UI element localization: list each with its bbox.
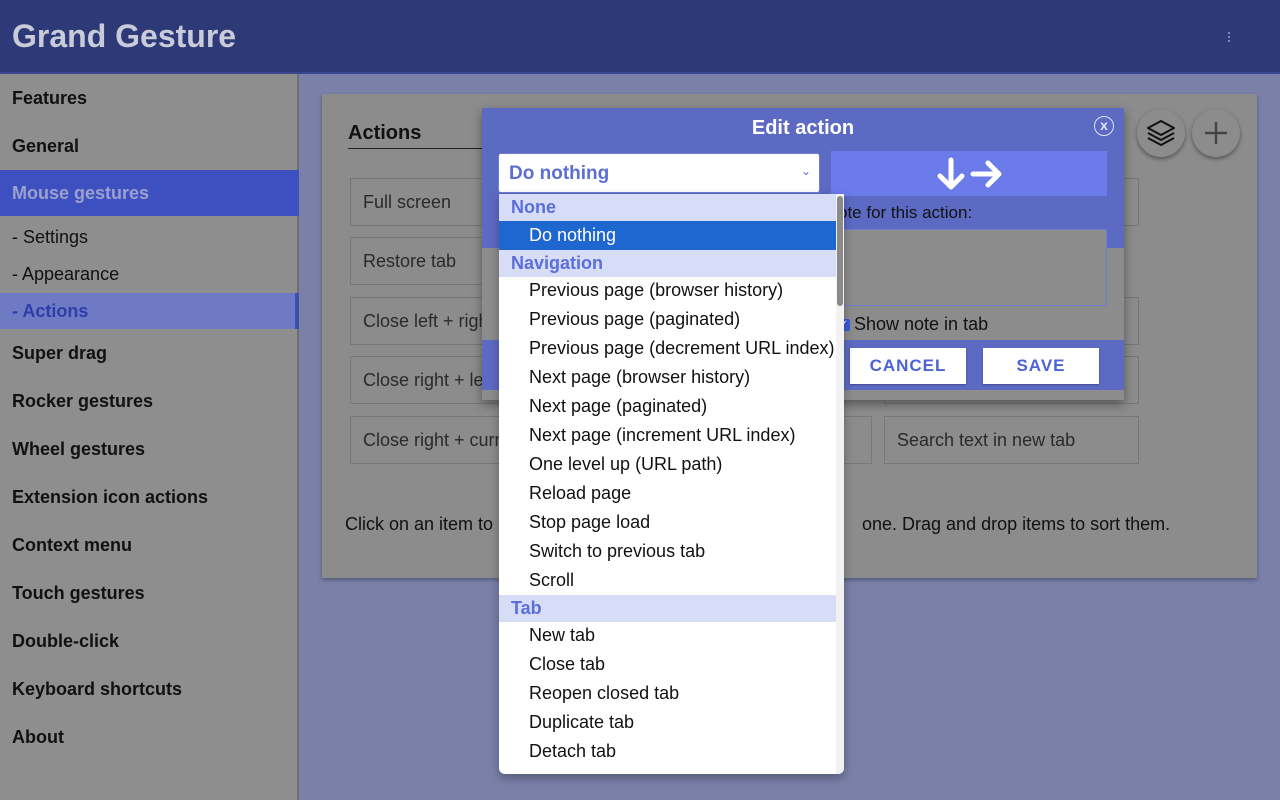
option[interactable]: Next page (increment URL index) bbox=[499, 421, 836, 450]
option-do-nothing[interactable]: Do nothing bbox=[499, 221, 836, 250]
dialog-title: Edit action bbox=[751, 117, 855, 139]
show-note-label: Show note in tab bbox=[854, 314, 989, 334]
sidebar-subitem-settings[interactable]: - Settings bbox=[0, 219, 299, 255]
sidebar-item-mouse-gestures[interactable]: Mouse gestures bbox=[0, 170, 299, 216]
app-header: Grand Gesture bbox=[0, 0, 1280, 74]
sidebar-item-rocker-gestures[interactable]: Rocker gestures bbox=[0, 378, 299, 424]
option[interactable]: Next page (browser history) bbox=[499, 363, 836, 392]
layers-button[interactable] bbox=[1137, 109, 1185, 157]
sidebar-item-general[interactable]: General bbox=[0, 123, 299, 169]
option[interactable]: Scroll bbox=[499, 566, 836, 595]
hint-text-left: Click on an item to bbox=[345, 514, 494, 534]
sidebar-subitem-actions[interactable]: - Actions bbox=[0, 293, 299, 329]
option[interactable]: Switch to previous tab bbox=[499, 537, 836, 566]
option[interactable]: Duplicate tab bbox=[499, 708, 836, 737]
sidebar-item-keyboard-shortcuts[interactable]: Keyboard shortcuts bbox=[0, 666, 299, 712]
optgroup-tab: Tab bbox=[499, 595, 836, 622]
sidebar-item-features[interactable]: Features bbox=[0, 75, 299, 121]
action-item[interactable]: Full screen bbox=[350, 178, 500, 226]
option[interactable]: Previous page (decrement URL index) bbox=[499, 334, 836, 363]
layers-icon bbox=[1147, 120, 1175, 146]
option[interactable]: New tab bbox=[499, 621, 836, 650]
action-item[interactable]: Search text in new tab bbox=[884, 416, 1139, 464]
sidebar-item-double-click[interactable]: Double-click bbox=[0, 618, 299, 664]
sidebar-item-extension-icon-actions[interactable]: Extension icon actions bbox=[0, 474, 299, 520]
action-item-partial[interactable] bbox=[842, 416, 872, 464]
option[interactable]: Reload page bbox=[499, 479, 836, 508]
add-button[interactable] bbox=[1192, 109, 1240, 157]
action-item[interactable]: Close left + right bbox=[350, 297, 500, 345]
gesture-preview bbox=[831, 151, 1107, 196]
action-item[interactable]: Close right + current bbox=[350, 416, 500, 464]
option[interactable]: Stop page load bbox=[499, 508, 836, 537]
select-value: Do nothing bbox=[509, 163, 610, 184]
sidebar-item-super-drag[interactable]: Super drag bbox=[0, 330, 299, 376]
note-label: ote for this action: bbox=[838, 203, 973, 222]
dropdown-scrollbar-thumb[interactable] bbox=[837, 196, 843, 306]
action-item[interactable]: Close right + left bbox=[350, 356, 500, 404]
action-dropdown-list[interactable]: None Do nothing Navigation Previous page… bbox=[499, 194, 844, 774]
action-item[interactable]: Restore tab bbox=[350, 237, 500, 285]
sidebar-subitem-appearance[interactable]: - Appearance bbox=[0, 256, 299, 292]
gesture-arrows-icon bbox=[937, 157, 1002, 189]
action-select[interactable]: Do nothing ⌄ bbox=[498, 153, 820, 193]
option[interactable]: Detach tab bbox=[499, 737, 836, 766]
option[interactable]: Previous page (paginated) bbox=[499, 305, 836, 334]
option[interactable]: Previous page (browser history) bbox=[499, 276, 836, 305]
show-note-row[interactable]: ✓ Show note in tab bbox=[838, 314, 988, 335]
plus-icon bbox=[1205, 122, 1227, 144]
sidebar-item-touch-gestures[interactable]: Touch gestures bbox=[0, 570, 299, 616]
sidebar: Features General Mouse gestures - Settin… bbox=[0, 74, 299, 800]
app-title: Grand Gesture bbox=[12, 18, 237, 54]
close-icon[interactable]: x bbox=[1094, 116, 1114, 136]
option[interactable]: Reopen closed tab bbox=[499, 679, 836, 708]
hint-text-right: one. Drag and drop items to sort them. bbox=[862, 514, 1171, 534]
option[interactable]: Close tab bbox=[499, 650, 836, 679]
chevron-down-icon: ⌄ bbox=[801, 164, 812, 178]
cancel-button[interactable]: CANCEL bbox=[850, 348, 966, 384]
more-options-icon[interactable] bbox=[1222, 26, 1236, 48]
sidebar-item-context-menu[interactable]: Context menu bbox=[0, 522, 299, 568]
save-button[interactable]: SAVE bbox=[983, 348, 1099, 384]
option[interactable]: One level up (URL path) bbox=[499, 450, 836, 479]
option[interactable]: Next page (paginated) bbox=[499, 392, 836, 421]
optgroup-none: None bbox=[499, 194, 836, 221]
dialog-header: Edit action x bbox=[482, 108, 1124, 148]
optgroup-navigation: Navigation bbox=[499, 250, 836, 277]
title-divider bbox=[348, 148, 488, 149]
actions-title: Actions bbox=[348, 122, 422, 144]
sidebar-item-wheel-gestures[interactable]: Wheel gestures bbox=[0, 426, 299, 472]
sidebar-item-about[interactable]: About bbox=[0, 714, 299, 760]
note-textarea[interactable] bbox=[842, 229, 1107, 306]
